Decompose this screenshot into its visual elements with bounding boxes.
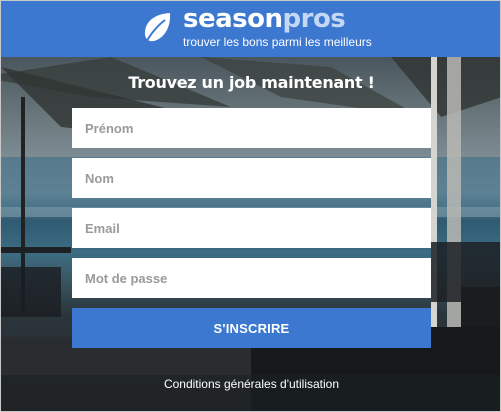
brand-name: seasonpros bbox=[183, 3, 346, 35]
terms-link[interactable]: Conditions générales d'utilisation bbox=[1, 377, 500, 391]
signup-widget: seasonpros trouver les bons parmi les me… bbox=[0, 0, 501, 412]
first-name-input[interactable] bbox=[72, 108, 431, 148]
leaf-icon bbox=[144, 13, 171, 45]
brand-header: seasonpros trouver les bons parmi les me… bbox=[1, 1, 500, 57]
brand-tagline: trouver les bons parmi les meilleurs bbox=[183, 35, 372, 49]
email-input[interactable] bbox=[72, 208, 431, 248]
password-input[interactable] bbox=[72, 258, 431, 298]
last-name-input[interactable] bbox=[72, 158, 431, 198]
brand-pros: pros bbox=[282, 4, 346, 34]
brand-season: season bbox=[183, 4, 283, 34]
signup-button[interactable]: S'INSCRIRE bbox=[72, 308, 431, 348]
form-title: Trouvez un job maintenant ! bbox=[128, 73, 375, 92]
